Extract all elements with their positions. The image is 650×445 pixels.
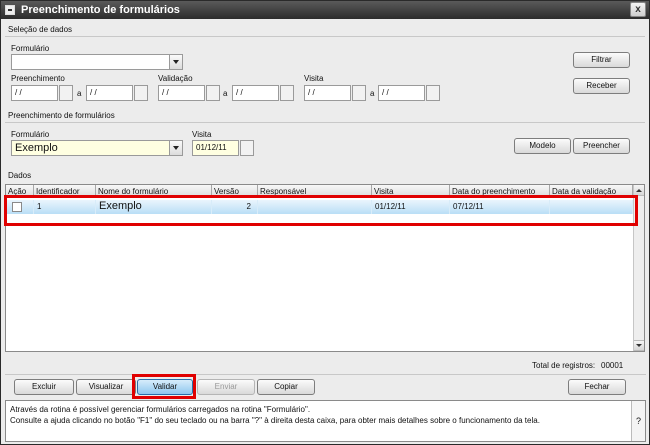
window-menu-icon[interactable] <box>5 5 15 15</box>
visita-from-input[interactable]: / / <box>304 85 351 101</box>
preenchimento-to-input[interactable]: / / <box>86 85 133 101</box>
chevron-down-icon[interactable] <box>169 55 182 69</box>
calendar-icon[interactable] <box>206 85 220 101</box>
range-separator: a <box>223 89 228 98</box>
modelo-button[interactable]: Modelo <box>514 138 571 154</box>
form-visita-input[interactable]: 01/12/11 <box>192 140 239 156</box>
window-title: Preenchimento de formulários <box>21 4 180 16</box>
preencher-button[interactable]: Preencher <box>573 138 630 154</box>
help-box: Através da rotina é possível gerenciar f… <box>5 400 646 442</box>
excluir-button[interactable]: Excluir <box>14 379 74 395</box>
calendar-icon[interactable] <box>134 85 148 101</box>
close-button[interactable]: x <box>630 2 646 17</box>
help-question-icon[interactable]: ? <box>631 401 645 441</box>
filter-formulario-label: Formulário <box>11 44 50 53</box>
selecao-section-title: Seleção de dados <box>5 23 645 37</box>
validacao-to-input[interactable]: / / <box>232 85 279 101</box>
form-window: Preenchimento de formulários x Seleção d… <box>0 0 650 445</box>
preenchimento-section-title: Preenchimento de formulários <box>5 109 645 123</box>
calendar-icon[interactable] <box>240 140 254 156</box>
filtrar-button[interactable]: Filtrar <box>573 52 630 68</box>
total-label: Total de registros: <box>532 361 596 370</box>
visita-to-input[interactable]: / / <box>378 85 425 101</box>
validar-highlight-annotation <box>132 374 196 399</box>
form-formulario-combo[interactable]: Exemplo <box>11 140 183 156</box>
title-bar: Preenchimento de formulários x <box>1 1 649 19</box>
dados-section-title: Dados <box>8 171 32 180</box>
copiar-button[interactable]: Copiar <box>257 379 315 395</box>
form-formulario-label: Formulário <box>11 130 50 139</box>
filter-formulario-combo[interactable] <box>11 54 183 70</box>
total-value: 00001 <box>601 361 624 370</box>
fechar-button[interactable]: Fechar <box>568 379 626 395</box>
range-separator: a <box>77 89 82 98</box>
calendar-icon[interactable] <box>352 85 366 101</box>
row-highlight-annotation <box>4 195 638 226</box>
form-visita-label: Visita <box>192 130 212 139</box>
visualizar-button[interactable]: Visualizar <box>76 379 136 395</box>
enviar-button: Enviar <box>197 379 255 395</box>
calendar-icon[interactable] <box>59 85 73 101</box>
help-line-1: Através da rotina é possível gerenciar f… <box>10 405 311 414</box>
help-line-2: Consulte a ajuda clicando no botão "F1" … <box>10 416 540 425</box>
chevron-down-icon[interactable] <box>169 141 182 155</box>
range-separator: a <box>370 89 375 98</box>
divider <box>5 374 646 375</box>
calendar-icon[interactable] <box>426 85 440 101</box>
visita-filter-label: Visita <box>304 74 324 83</box>
scroll-down-icon[interactable] <box>634 340 644 351</box>
receber-button[interactable]: Receber <box>573 78 630 94</box>
preenchimento-from-input[interactable]: / / <box>11 85 58 101</box>
preenchimento-label: Preenchimento <box>11 74 65 83</box>
calendar-icon[interactable] <box>280 85 294 101</box>
validacao-from-input[interactable]: / / <box>158 85 205 101</box>
validacao-label: Validação <box>158 74 193 83</box>
